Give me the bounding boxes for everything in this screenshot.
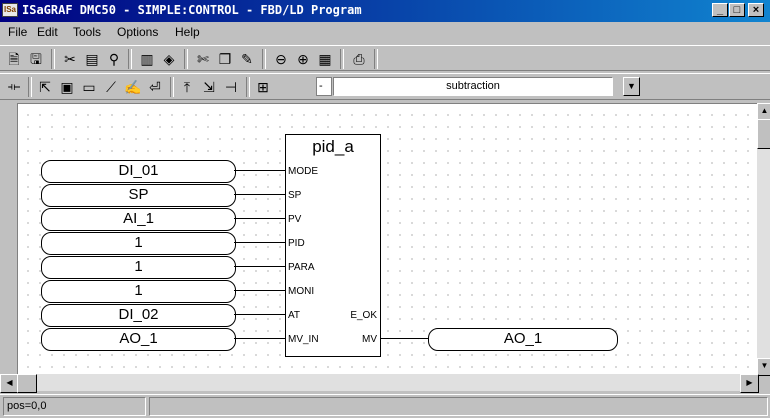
menu-help[interactable]: Help xyxy=(175,25,200,39)
scissors-icon[interactable]: ✄ xyxy=(194,50,212,68)
save-icon[interactable]: 🖫 xyxy=(27,50,45,68)
zoom-out-icon[interactable]: ⊖ xyxy=(272,50,290,68)
verify-icon[interactable]: ◈ xyxy=(160,50,178,68)
connection-wire xyxy=(234,290,285,291)
status-position: pos=0,0 xyxy=(3,397,146,416)
main-toolbar: 🗎 🖫 ✂ ▤ ⚲ ▥ ◈ ✄ ❐ ✎ ⊖ ⊕ ▦ ⎙ xyxy=(0,45,770,71)
connection-wire xyxy=(234,218,285,219)
input-pin: SP xyxy=(288,190,302,201)
toolbar-separator xyxy=(170,77,174,97)
menu-tools[interactable]: Tools xyxy=(73,25,101,39)
menu-file[interactable]: File xyxy=(8,25,27,39)
input-variable[interactable]: SP xyxy=(41,184,236,207)
input-variable[interactable]: DI_02 xyxy=(41,304,236,327)
jump-icon[interactable]: ⤒ xyxy=(178,78,196,96)
toolbar-separator xyxy=(262,49,266,69)
input-variable[interactable]: AI_1 xyxy=(41,208,236,231)
comment-icon[interactable]: ✍ xyxy=(124,78,142,96)
input-pin: MODE xyxy=(288,166,318,177)
fbd-toolbar: ⫞⊢ ⇱ ▣ ▭ ⟋ ✍ ⏎ ⤒ ⇲ ⊣ ⊞ - subtraction ▼ xyxy=(0,73,770,100)
block-icon[interactable]: ▣ xyxy=(58,78,76,96)
dictionary-icon[interactable]: ▥ xyxy=(138,50,156,68)
connection-wire xyxy=(234,338,285,339)
output-variable[interactable]: AO_1 xyxy=(428,328,618,351)
grid-icon[interactable]: ▦ xyxy=(316,50,334,68)
input-variable[interactable]: AO_1 xyxy=(41,328,236,351)
close-button[interactable]: × xyxy=(748,3,764,17)
vertical-scrollbar[interactable]: ▲ ▼ xyxy=(757,103,770,376)
paste-icon[interactable]: ▤ xyxy=(83,50,101,68)
canvas-margin xyxy=(0,103,17,374)
print-icon[interactable]: ⎙ xyxy=(350,50,368,68)
zoom-in-icon[interactable]: ⊕ xyxy=(294,50,312,68)
status-bar: pos=0,0 xyxy=(0,394,770,418)
input-variable[interactable]: DI_01 xyxy=(41,160,236,183)
input-pin: PARA xyxy=(288,262,315,273)
scroll-thumb[interactable] xyxy=(17,374,37,393)
return-icon[interactable]: ⏎ xyxy=(146,78,164,96)
window-title: ISaGRAF DMC50 - SIMPLE:CONTROL - FBD/LD … xyxy=(22,3,362,17)
scroll-thumb[interactable] xyxy=(757,119,770,149)
edit-icon[interactable]: ✎ xyxy=(238,50,256,68)
input-variable[interactable]: 1 xyxy=(41,280,236,303)
input-variable[interactable]: 1 xyxy=(41,232,236,255)
connection-icon[interactable]: ⟋ xyxy=(102,78,120,96)
app-icon[interactable]: ISa xyxy=(2,3,18,17)
connection-wire xyxy=(234,266,285,267)
output-pin: MV xyxy=(362,334,377,345)
input-variable[interactable]: 1 xyxy=(41,256,236,279)
toolbar-separator xyxy=(51,49,55,69)
output-pin: E_OK xyxy=(350,310,377,321)
function-block-icon[interactable]: ⊞ xyxy=(254,78,272,96)
input-pin: MV_IN xyxy=(288,334,319,345)
toolbar-separator xyxy=(28,77,32,97)
toolbar-separator xyxy=(246,77,250,97)
toolbar-separator xyxy=(340,49,344,69)
input-pin: AT xyxy=(288,310,301,321)
connection-wire xyxy=(234,314,285,315)
copy-icon[interactable]: ❐ xyxy=(216,50,234,68)
select-arrow-icon[interactable]: ⇱ xyxy=(36,78,54,96)
minimize-button[interactable]: _ xyxy=(712,3,728,17)
menu-options[interactable]: Options xyxy=(117,25,158,39)
cut-icon[interactable]: ✂ xyxy=(61,50,79,68)
toolbar-separator xyxy=(184,49,188,69)
input-pin: PV xyxy=(288,214,302,225)
variable-icon[interactable]: ⚲ xyxy=(105,50,123,68)
connection-wire xyxy=(234,242,285,243)
combo-value: subtraction xyxy=(446,80,500,92)
toolbar-separator xyxy=(128,49,132,69)
menu-bar: File Edit Tools Options Help xyxy=(0,22,770,43)
block-name-combo[interactable]: subtraction xyxy=(333,77,613,96)
horizontal-scrollbar[interactable]: ◀ ▶ xyxy=(0,374,759,393)
chevron-down-icon[interactable]: ▼ xyxy=(623,77,640,96)
label-icon[interactable]: ⇲ xyxy=(200,78,218,96)
new-file-icon[interactable]: 🗎 xyxy=(5,50,23,68)
corner-icon[interactable]: ⊣ xyxy=(222,78,240,96)
connection-wire xyxy=(234,194,285,195)
contact-icon[interactable]: ⫞⊢ xyxy=(5,78,23,96)
toolbar-separator xyxy=(374,49,378,69)
scroll-right-icon[interactable]: ▶ xyxy=(740,374,759,393)
block-name: pid_a xyxy=(312,137,354,156)
menu-edit[interactable]: Edit xyxy=(37,25,58,39)
input-pin: MONI xyxy=(288,286,315,297)
block-type-field[interactable]: - xyxy=(316,77,332,96)
fbd-canvas[interactable]: DI_01 SP AI_1 1 1 1 DI_02 AO_1 pid_a MOD… xyxy=(17,103,757,374)
connection-wire xyxy=(381,338,428,339)
function-block[interactable]: pid_a MODE SP PV PID PARA MONI AT MV_IN … xyxy=(285,134,381,357)
connection-wire xyxy=(234,170,285,171)
status-panel xyxy=(149,397,768,416)
input-pin: PID xyxy=(288,238,305,249)
variable-box-icon[interactable]: ▭ xyxy=(80,78,98,96)
maximize-button[interactable]: □ xyxy=(729,3,745,17)
